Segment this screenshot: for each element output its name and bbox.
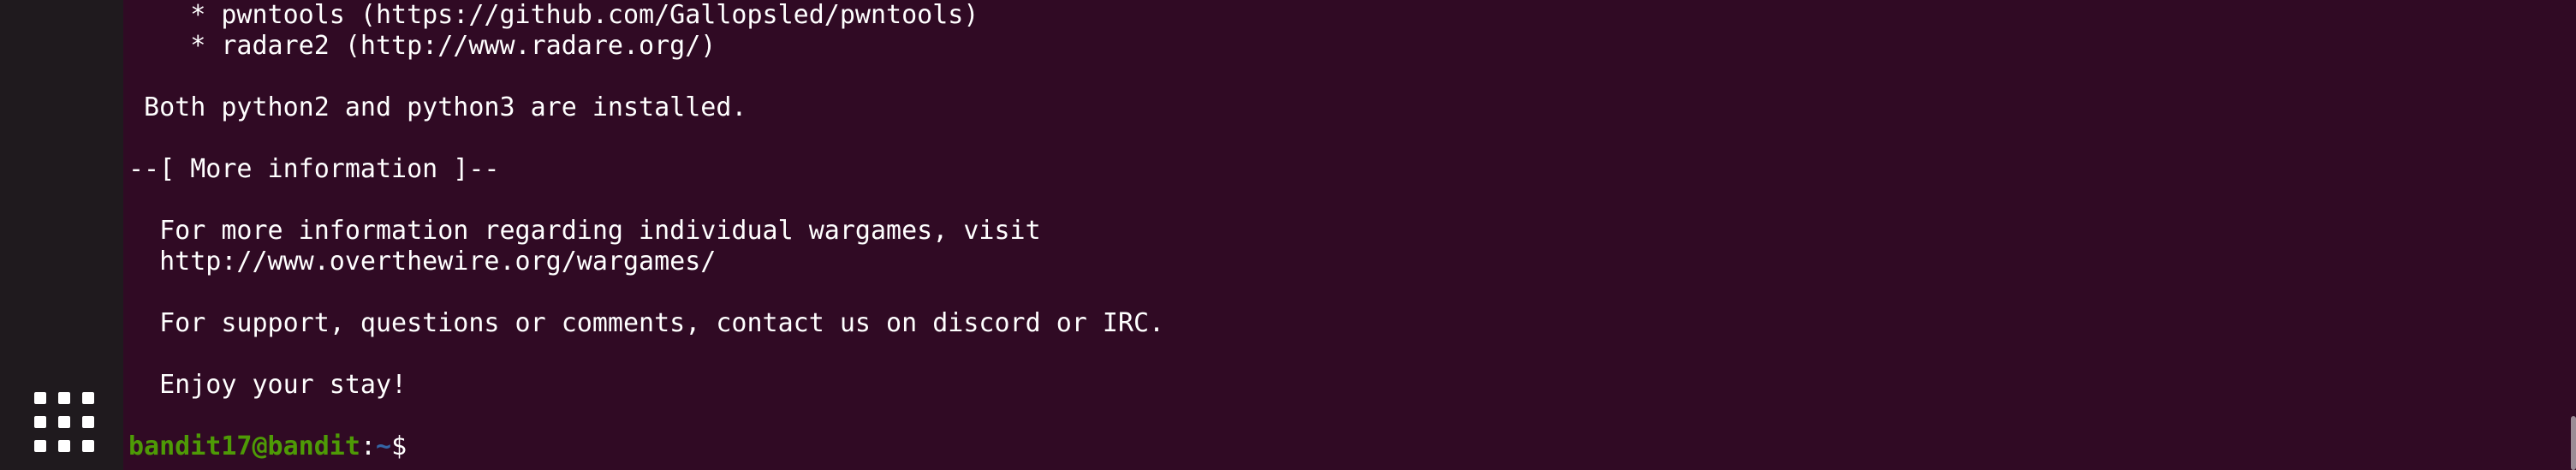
prompt-user-host: bandit17@bandit xyxy=(128,431,360,461)
grid-dot xyxy=(82,392,94,404)
show-apps-grid-icon[interactable] xyxy=(34,392,94,452)
dock xyxy=(0,0,123,470)
terminal-scrollbar[interactable] xyxy=(2571,416,2576,470)
terminal-window[interactable]: * pwntools (https://github.com/Gallopsle… xyxy=(123,0,2576,470)
shell-prompt[interactable]: bandit17@bandit:~$ xyxy=(128,431,1164,462)
grid-dot xyxy=(34,392,46,404)
grid-dot xyxy=(58,416,70,428)
prompt-symbol: $ xyxy=(391,431,408,461)
terminal-line: * radare2 (http://www.radare.org/) xyxy=(128,31,717,61)
grid-dot xyxy=(34,440,46,452)
terminal-line: * pwntools (https://github.com/Gallopsle… xyxy=(128,0,979,30)
prompt-path: ~ xyxy=(376,431,392,461)
terminal-line: --[ More information ]-- xyxy=(128,154,500,184)
grid-dot xyxy=(58,440,70,452)
grid-dot xyxy=(82,416,94,428)
terminal-line: Enjoy your stay! xyxy=(128,370,408,400)
grid-dot xyxy=(34,416,46,428)
terminal-line: Both python2 and python3 are installed. xyxy=(128,92,747,122)
terminal-line: For more information regarding individua… xyxy=(128,216,1041,246)
grid-dot xyxy=(58,392,70,404)
terminal-output: * pwntools (https://github.com/Gallopsle… xyxy=(128,0,1164,462)
grid-dot xyxy=(82,440,94,452)
prompt-separator: : xyxy=(360,431,376,461)
terminal-line: For support, questions or comments, cont… xyxy=(128,308,1165,338)
terminal-line: http://www.overthewire.org/wargames/ xyxy=(128,247,717,277)
